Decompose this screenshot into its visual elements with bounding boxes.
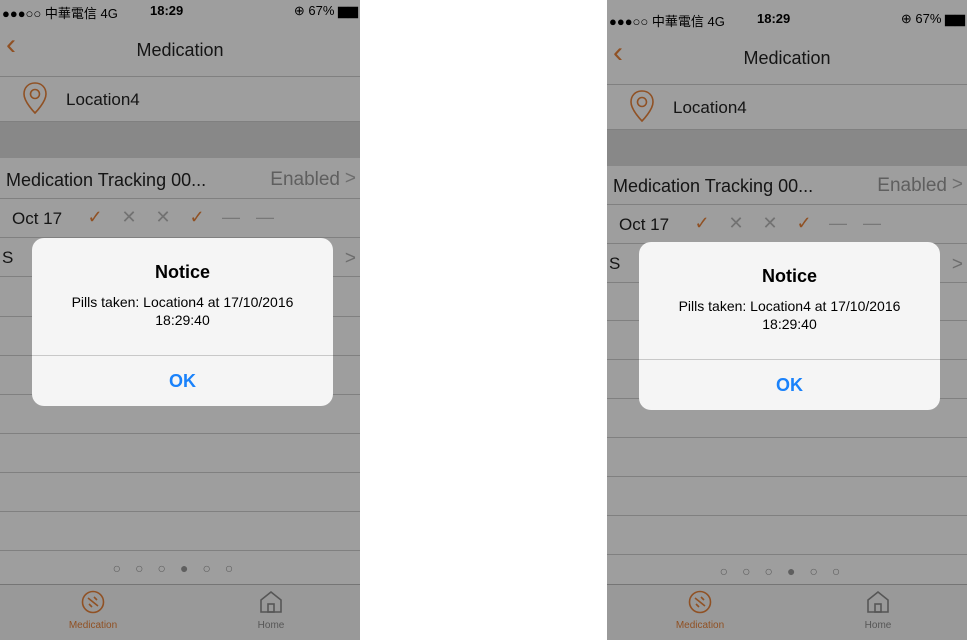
alert-title: Notice <box>154 262 210 282</box>
notice-alert: Notice Pills taken: Location4 at 17/10/2… <box>32 238 333 406</box>
phone-screen-left: ●●●○○ 中華電信 4G 18:29 ⊕ 67% ▆▆ ‹ Medicatio… <box>0 0 360 640</box>
ok-button[interactable]: OK <box>639 360 940 410</box>
alert-title: Notice <box>761 266 817 286</box>
alert-message: Pills taken: Location4 at 17/10/2016 18:… <box>678 298 901 332</box>
notice-alert: Notice Pills taken: Location4 at 17/10/2… <box>639 242 940 410</box>
alert-message: Pills taken: Location4 at 17/10/2016 18:… <box>71 294 294 328</box>
phone-screen-right: ●●●○○ 中華電信 4G 18:29 ⊕ 67% ▆▆ ‹ Medicatio… <box>607 0 967 640</box>
ok-button[interactable]: OK <box>32 356 333 406</box>
